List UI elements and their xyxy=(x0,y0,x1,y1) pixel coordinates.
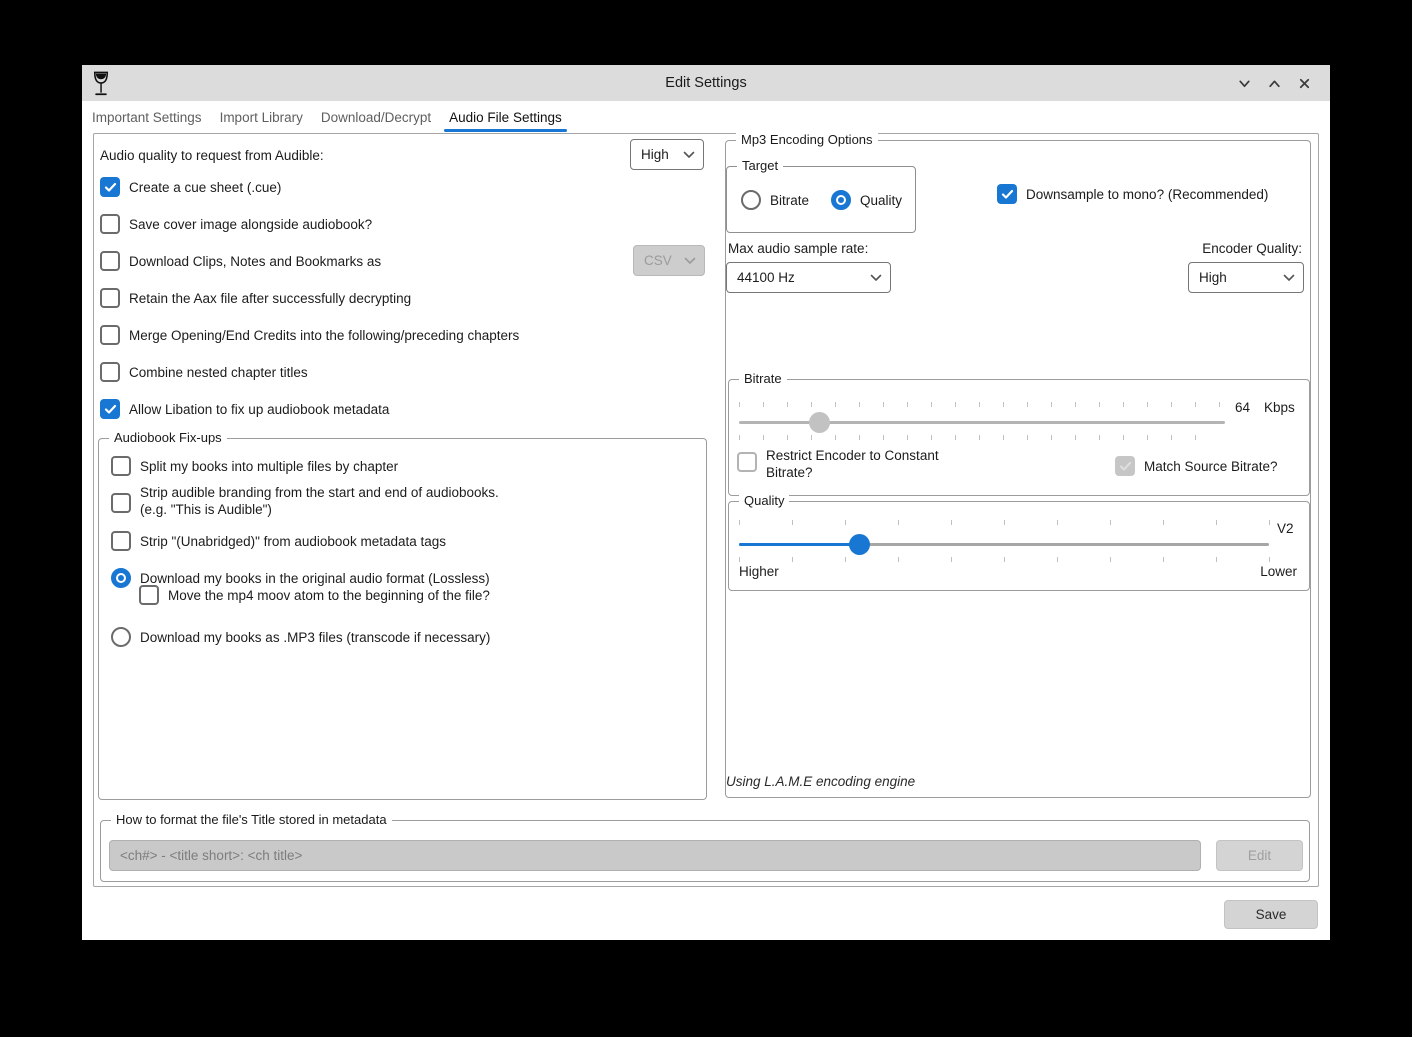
download-clips-option[interactable]: Download Clips, Notes and Bookmarks as xyxy=(100,250,381,272)
bitrate-group: Bitrate 64 Kbps Restrict Encoder to Cons… xyxy=(728,379,1310,496)
checkbox-checked[interactable] xyxy=(997,184,1017,204)
checkbox-checked[interactable] xyxy=(100,399,120,419)
checkbox-unchecked[interactable] xyxy=(100,251,120,271)
minimize-button[interactable] xyxy=(1234,73,1254,93)
chevron-down-icon xyxy=(1283,274,1295,282)
encoder-quality-label: Encoder Quality: xyxy=(1202,241,1302,256)
fixup-metadata-option[interactable]: Allow Libation to fix up audiobook metad… xyxy=(100,398,389,420)
bitrate-ticks-bottom xyxy=(739,435,1199,440)
encoder-quality-select[interactable]: High xyxy=(1188,262,1304,293)
group-title: Mp3 Encoding Options xyxy=(736,132,878,147)
sample-rate-label: Max audio sample rate: xyxy=(728,241,868,256)
chevron-down-icon xyxy=(684,257,696,265)
group-title: Target xyxy=(737,158,783,173)
title-format-group: How to format the file's Title stored in… xyxy=(100,820,1310,882)
tab-bar: Important Settings Import Library Downlo… xyxy=(82,101,1330,133)
save-button[interactable]: Save xyxy=(1224,900,1318,929)
downsample-mono-option[interactable]: Downsample to mono? (Recommended) xyxy=(997,183,1268,205)
match-source-bitrate-option: Match Source Bitrate? xyxy=(1115,455,1278,477)
close-button[interactable] xyxy=(1294,73,1314,93)
strip-branding-label: Strip audible branding from the start an… xyxy=(140,484,499,518)
checkbox-unchecked[interactable] xyxy=(100,362,120,382)
tab-import-library[interactable]: Import Library xyxy=(215,101,308,133)
split-by-chapter-option[interactable]: Split my books into multiple files by ch… xyxy=(111,455,398,477)
checkbox-unchecked[interactable] xyxy=(111,531,131,551)
audiobook-fixups-group: Audiobook Fix-ups Split my books into mu… xyxy=(98,438,707,800)
quality-higher-label: Higher xyxy=(739,564,779,579)
checkbox-unchecked[interactable] xyxy=(139,585,159,605)
quality-ticks-top xyxy=(739,520,1271,525)
titlebar: Edit Settings xyxy=(82,65,1330,101)
tab-important-settings[interactable]: Important Settings xyxy=(87,101,207,133)
quality-lower-label: Lower xyxy=(1260,564,1297,579)
group-title: How to format the file's Title stored in… xyxy=(111,812,392,827)
cue-sheet-option[interactable]: Create a cue sheet (.cue) xyxy=(100,176,281,198)
sample-rate-select[interactable]: 44100 Hz xyxy=(726,262,891,293)
quality-group: Quality V2 Higher Lower xyxy=(728,501,1310,591)
title-format-input xyxy=(109,840,1201,871)
retain-aax-option[interactable]: Retain the Aax file after successfully d… xyxy=(100,287,411,309)
mp3-encoding-group: Mp3 Encoding Options Target Bitrate Qual… xyxy=(725,140,1311,798)
quality-ticks-bottom xyxy=(739,557,1271,562)
strip-branding-option[interactable] xyxy=(111,492,131,514)
restrict-cbr-checkbox xyxy=(737,452,757,472)
maximize-button[interactable] xyxy=(1264,73,1284,93)
combine-chapters-option[interactable]: Combine nested chapter titles xyxy=(100,361,308,383)
bitrate-value: 64 xyxy=(1235,400,1250,415)
encoding-engine-note: Using L.A.M.E encoding engine xyxy=(726,774,915,789)
download-mp3-radio[interactable]: Download my books as .MP3 files (transco… xyxy=(111,626,490,648)
bitrate-slider-thumb xyxy=(809,412,830,433)
save-cover-option[interactable]: Save cover image alongside audiobook? xyxy=(100,213,372,235)
target-bitrate-radio[interactable]: Bitrate xyxy=(741,189,809,211)
checkbox-checked[interactable] xyxy=(100,177,120,197)
group-title: Quality xyxy=(739,493,789,508)
radio-unselected[interactable] xyxy=(741,190,761,210)
edit-button: Edit xyxy=(1216,840,1303,871)
quality-slider-thumb[interactable] xyxy=(849,534,870,555)
window-title: Edit Settings xyxy=(82,75,1330,91)
radio-unselected[interactable] xyxy=(111,627,131,647)
chevron-down-icon xyxy=(683,151,695,159)
moov-atom-option[interactable]: Move the mp4 moov atom to the beginning … xyxy=(139,584,490,606)
audio-quality-label: Audio quality to request from Audible: xyxy=(100,148,324,163)
quality-value: V2 xyxy=(1277,521,1294,536)
bitrate-ticks-top xyxy=(739,402,1221,407)
checkbox-disabled-checked xyxy=(1115,456,1135,476)
checkbox-unchecked[interactable] xyxy=(111,493,131,513)
edit-settings-window: Edit Settings Important Settings Import … xyxy=(82,65,1330,940)
restrict-cbr-label: Restrict Encoder to Constant Bitrate? xyxy=(766,447,939,481)
checkbox-unchecked[interactable] xyxy=(100,325,120,345)
checkbox-unchecked[interactable] xyxy=(100,288,120,308)
radio-selected[interactable] xyxy=(111,568,131,588)
chevron-down-icon xyxy=(870,274,882,282)
target-quality-radio[interactable]: Quality xyxy=(831,189,902,211)
checkbox-unchecked[interactable] xyxy=(111,456,131,476)
strip-unabridged-option[interactable]: Strip "(Unabridged)" from audiobook meta… xyxy=(111,530,446,552)
tab-download-decrypt[interactable]: Download/Decrypt xyxy=(316,101,436,133)
quality-slider-fill xyxy=(739,543,859,546)
tab-audio-file-settings[interactable]: Audio File Settings xyxy=(444,101,567,133)
group-title: Audiobook Fix-ups xyxy=(109,430,227,445)
checkbox-unchecked[interactable] xyxy=(100,214,120,234)
target-group: Target Bitrate Quality xyxy=(726,166,916,233)
radio-selected[interactable] xyxy=(831,190,851,210)
clips-format-select: CSV xyxy=(633,245,705,276)
bitrate-unit: Kbps xyxy=(1264,400,1295,415)
audio-quality-select[interactable]: High xyxy=(630,139,704,170)
merge-credits-option[interactable]: Merge Opening/End Credits into the follo… xyxy=(100,324,519,346)
group-title: Bitrate xyxy=(739,371,787,386)
